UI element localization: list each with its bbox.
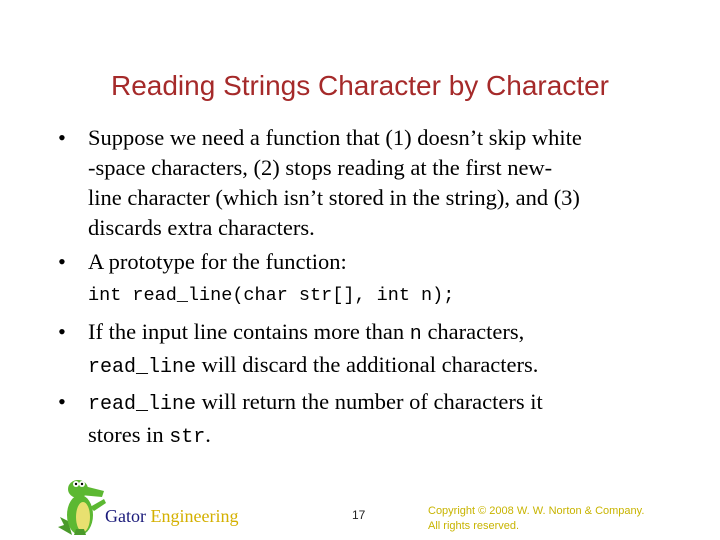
text: will discard the additional characters.	[196, 352, 539, 377]
gator-engineering-logo: Gator Engineering	[105, 506, 238, 527]
bullet-requirements: • Suppose we need a function that (1) do…	[58, 123, 698, 243]
text: .	[205, 422, 211, 447]
slide-body: • Suppose we need a function that (1) do…	[58, 123, 698, 457]
code-read-line: read_line	[88, 356, 197, 379]
code-str: str	[169, 426, 206, 449]
text-line: Suppose we need a function that (1) does…	[88, 125, 582, 150]
text-line: line character (which isn’t stored in th…	[88, 185, 580, 210]
bullet-discard: • If the input line contains more than n…	[58, 317, 698, 383]
bullet-marker: •	[58, 319, 66, 344]
bullet-marker: •	[58, 389, 66, 414]
text: stores in	[88, 422, 170, 447]
code-n: n	[409, 323, 422, 346]
text: will return the number of characters it	[196, 389, 543, 414]
slide-title: Reading Strings Character by Character	[110, 70, 609, 101]
code-read-line: read_line	[88, 393, 197, 416]
copyright-line: Copyright © 2008 W. W. Norton & Company.	[428, 505, 645, 517]
text-line: discards extra characters.	[88, 215, 315, 240]
bullet-prototype: • A prototype for the function:	[58, 247, 698, 277]
page-number: 17	[352, 508, 366, 522]
brand-gator: Gator	[105, 506, 146, 526]
prototype-code: int read_line(char str[], int n);	[88, 285, 455, 306]
text-line: A prototype for the function:	[88, 249, 347, 274]
copyright-notice: Copyright © 2008 W. W. Norton & Company.…	[428, 504, 644, 534]
bullet-return: • read_line will return the number of ch…	[58, 387, 698, 453]
bullet-marker: •	[58, 249, 66, 274]
gator-mascot-icon	[58, 480, 106, 535]
brand-engineering: Engineering	[150, 506, 239, 526]
text-line: -space characters, (2) stops reading at …	[88, 155, 553, 180]
bullet-marker: •	[58, 125, 66, 150]
text: If the input line contains more than	[88, 319, 410, 344]
rights-line: All rights reserved.	[428, 520, 520, 532]
text: characters,	[421, 319, 525, 344]
